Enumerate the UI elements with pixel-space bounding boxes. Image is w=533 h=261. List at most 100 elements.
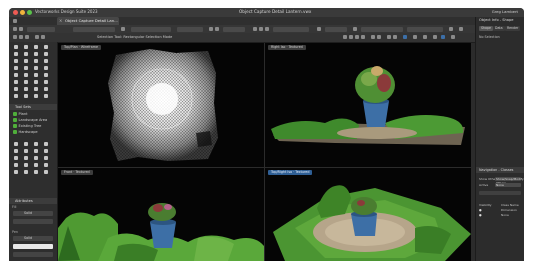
unit-dropdown[interactable] [325,26,347,32]
split-view-icon[interactable] [459,27,463,31]
basic-tool-icon[interactable] [14,73,18,77]
table-row[interactable]: ● None [479,213,523,218]
undo-icon[interactable] [13,27,17,31]
basic-tool-icon[interactable] [34,73,38,77]
snap-object-icon[interactable] [355,35,359,39]
sheet-dropdown[interactable] [361,26,403,32]
basic-tool-icon[interactable] [14,66,18,70]
snap-distance-icon[interactable] [377,35,381,39]
line-thickness-dropdown[interactable] [13,252,53,257]
tool-set-item-plant[interactable]: Plant [13,112,28,116]
render-mode-dropdown[interactable] [131,26,171,32]
flyover-icon[interactable] [209,27,213,31]
landscape-tool-icon[interactable] [44,149,48,153]
minimize-window-button[interactable] [20,10,25,15]
basic-tool-icon[interactable] [14,52,18,56]
basic-tool-icon[interactable] [44,52,48,56]
saved-views-dropdown[interactable] [223,26,245,32]
basic-tool-icon[interactable] [34,45,38,49]
column-header-visibility[interactable]: Visibility [479,203,492,207]
fill-style-dropdown[interactable]: Solid [13,211,53,216]
basic-tool-icon[interactable] [44,66,48,70]
close-window-button[interactable] [13,10,18,15]
tool-set-item-landscape-area[interactable]: Landscape Area [13,118,47,122]
basic-tool-icon[interactable] [14,45,18,49]
snap-smart-point-icon[interactable] [387,35,391,39]
basic-tool-icon[interactable] [34,66,38,70]
landscape-tool-icon[interactable] [34,170,38,174]
group-icon[interactable] [35,35,39,39]
design-layer-dropdown[interactable] [407,26,443,32]
zoom-icon[interactable] [253,27,257,31]
basic-tool-icon[interactable] [24,73,28,77]
pan-icon[interactable] [259,27,263,31]
basic-tool-icon[interactable] [34,94,38,98]
navigation-header[interactable]: Navigation - Classes [476,167,524,173]
tool-sets-header[interactable]: Tool Sets [9,104,57,110]
snap-angle-icon[interactable] [361,35,365,39]
landscape-tool-icon[interactable] [14,156,18,160]
landscape-tool-icon[interactable] [24,156,28,160]
basic-tool-icon[interactable] [44,59,48,63]
basic-tool-icon[interactable] [14,87,18,91]
snap-edge-icon[interactable] [393,35,397,39]
pen-style-dropdown[interactable]: Solid [13,236,53,241]
landscape-tool-icon[interactable] [34,142,38,146]
tool-set-item-existing-tree[interactable]: Existing Tree [13,124,41,128]
viewport-label[interactable]: Right Iso · Textured [268,45,306,50]
grid-icon[interactable] [317,27,321,31]
snap-loci-icon[interactable] [433,35,437,39]
landscape-tool-icon[interactable] [44,142,48,146]
landscape-tool-icon[interactable] [34,156,38,160]
transform-icon[interactable] [41,35,45,39]
fit-icon[interactable] [265,27,269,31]
layout-icon[interactable] [449,27,453,31]
attributes-header[interactable]: Attributes [9,198,57,204]
class-dropdown[interactable] [27,26,55,32]
viewport-label[interactable]: Top/Plan · Wireframe [61,45,102,50]
view-icon[interactable] [121,27,125,31]
basic-tool-icon[interactable] [34,59,38,63]
user-status[interactable]: Greg Lambert [492,9,518,14]
basic-tool-icon[interactable] [24,66,28,70]
basic-tool-icon[interactable] [44,73,48,77]
landscape-tool-icon[interactable] [34,163,38,167]
viewport-right-iso[interactable]: Right Iso · Textured [265,43,471,167]
snap-surface-icon[interactable] [413,35,417,39]
landscape-tool-icon[interactable] [24,142,28,146]
snap-icon[interactable] [343,35,347,39]
basic-tool-icon[interactable] [44,87,48,91]
projection-dropdown[interactable] [177,26,203,32]
basic-tool-icon[interactable] [14,59,18,63]
redo-icon[interactable] [19,27,23,31]
landscape-tool-icon[interactable] [24,163,28,167]
basic-tool-icon[interactable] [24,52,28,56]
basic-tool-icon[interactable] [34,87,38,91]
landscape-tool-icon[interactable] [14,149,18,153]
active-class-dropdown[interactable]: None [495,183,521,187]
snap-working-plane-icon[interactable] [423,35,427,39]
viewport-front[interactable]: Front · Textured [58,168,264,261]
snap-active-icon[interactable] [441,35,445,39]
visibility-icon[interactable]: ● [479,213,482,217]
home-icon[interactable] [13,19,17,23]
snap-options-icon[interactable] [451,35,455,39]
basic-tool-icon[interactable] [34,52,38,56]
viewport-label[interactable]: Front · Textured [61,170,93,175]
lasso-mode-icon[interactable] [25,35,29,39]
document-tab[interactable]: × Object Capture Detail Lan... [57,17,119,25]
basic-tool-icon[interactable] [44,80,48,84]
snap-grid-icon[interactable] [349,35,353,39]
basic-tool-icon[interactable] [24,87,28,91]
show-others-dropdown[interactable]: Show/Snap/Modify Others [495,177,524,185]
basic-tool-icon[interactable] [44,45,48,49]
tab-data[interactable]: Data [493,26,505,31]
landscape-tool-icon[interactable] [44,156,48,160]
rect-mode-icon[interactable] [19,35,23,39]
pen-color-swatch[interactable] [13,244,53,249]
scale-dropdown[interactable] [273,26,309,32]
walkthrough-icon[interactable] [215,27,219,31]
basic-tool-icon[interactable] [14,80,18,84]
landscape-tool-icon[interactable] [14,163,18,167]
viewport-top-right-iso[interactable]: Top/Right Iso · Textured [265,168,471,261]
